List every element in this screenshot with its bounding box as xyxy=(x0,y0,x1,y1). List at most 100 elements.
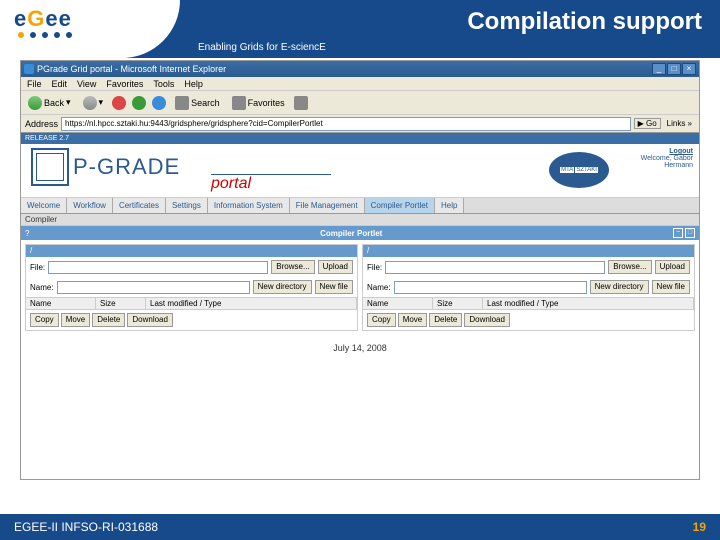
portlet-help[interactable]: ? xyxy=(25,229,29,238)
tab-compiler[interactable]: Compiler Portlet xyxy=(365,198,435,213)
slide-header: eGee Compilation support Enabling Grids … xyxy=(0,0,720,58)
page-content: RELEASE 2.7 P-GRADE portal MTASZTAKI Log… xyxy=(21,133,699,479)
welcome-text: Welcome, Gabor Hermann xyxy=(641,155,693,169)
window-controls: _ □ × xyxy=(652,63,696,75)
close-button[interactable]: × xyxy=(682,63,696,75)
portal-subtitle: portal xyxy=(211,174,331,193)
right-file-input[interactable] xyxy=(385,261,605,274)
release-bar: RELEASE 2.7 xyxy=(21,133,699,144)
pgrade-text: P-GRADE xyxy=(73,154,180,180)
logout-link[interactable]: Logout xyxy=(641,148,693,155)
maximize-button[interactable]: □ xyxy=(667,63,681,75)
egee-logo-wrap: eGee xyxy=(0,0,180,58)
portlet-max[interactable]: □ xyxy=(685,228,695,238)
address-input[interactable] xyxy=(61,117,631,131)
left-delete-button[interactable]: Delete xyxy=(92,313,125,327)
browser-window: PGrade Grid portal - Microsoft Internet … xyxy=(20,60,700,480)
right-panel: / File: Browse... Upload Name: New direc… xyxy=(362,244,695,331)
left-browse-button[interactable]: Browse... xyxy=(271,260,314,274)
right-newdir-button[interactable]: New directory xyxy=(590,280,649,294)
left-download-button[interactable]: Download xyxy=(127,313,173,327)
window-title: PGrade Grid portal - Microsoft Internet … xyxy=(37,64,226,74)
left-table-header: Name Size Last modified / Type xyxy=(26,297,357,310)
menu-edit[interactable]: Edit xyxy=(52,79,68,89)
right-file-label: File: xyxy=(367,263,382,272)
forward-icon xyxy=(83,96,97,110)
address-label: Address xyxy=(25,119,58,129)
file-panels: / File: Browse... Upload Name: New direc… xyxy=(21,240,699,335)
tab-welcome[interactable]: Welcome xyxy=(21,198,67,213)
right-move-button[interactable]: Move xyxy=(398,313,428,327)
left-file-input[interactable] xyxy=(48,261,268,274)
tab-workflow[interactable]: Workflow xyxy=(67,198,113,213)
footer-right: 19 xyxy=(693,520,706,534)
stop-icon[interactable] xyxy=(112,96,126,110)
left-newdir-button[interactable]: New directory xyxy=(253,280,312,294)
right-delete-button[interactable]: Delete xyxy=(429,313,462,327)
left-upload-button[interactable]: Upload xyxy=(318,260,353,274)
menu-tools[interactable]: Tools xyxy=(153,79,174,89)
tab-filemgmt[interactable]: File Management xyxy=(290,198,365,213)
go-button[interactable]: ▶ Go xyxy=(634,118,661,129)
slide-title: Compilation support xyxy=(467,8,702,36)
right-newfile-button[interactable]: New file xyxy=(652,280,690,294)
tab-certificates[interactable]: Certificates xyxy=(113,198,166,213)
slide-footer: EGEE-II INFSO-RI-031688 19 xyxy=(0,514,720,540)
back-button[interactable]: Back▾ xyxy=(25,95,74,111)
tab-settings[interactable]: Settings xyxy=(166,198,208,213)
right-th-size[interactable]: Size xyxy=(433,298,483,309)
left-name-label: Name: xyxy=(30,283,54,292)
left-th-size[interactable]: Size xyxy=(96,298,146,309)
hexagon-icon xyxy=(31,148,69,186)
menu-view[interactable]: View xyxy=(77,79,96,89)
right-upload-button[interactable]: Upload xyxy=(655,260,690,274)
section-label: Compiler xyxy=(21,214,699,226)
star-icon xyxy=(232,96,246,110)
page-date: July 14, 2008 xyxy=(21,335,699,361)
pgrade-logo: P-GRADE xyxy=(31,148,180,186)
portlet-title: Compiler Portlet xyxy=(320,229,382,238)
minimize-button[interactable]: _ xyxy=(652,63,666,75)
left-th-mod[interactable]: Last modified / Type xyxy=(146,298,357,309)
back-icon xyxy=(28,96,42,110)
tab-help[interactable]: Help xyxy=(435,198,464,213)
forward-button[interactable]: ▾ xyxy=(80,95,107,111)
right-th-name[interactable]: Name xyxy=(363,298,433,309)
sztaki-logo: MTASZTAKI xyxy=(549,152,609,188)
right-download-button[interactable]: Download xyxy=(464,313,510,327)
search-button[interactable]: Search xyxy=(172,95,223,111)
home-icon[interactable] xyxy=(152,96,166,110)
portlet-titlebar: ? Compiler Portlet − □ xyxy=(21,226,699,240)
links-label[interactable]: Links » xyxy=(664,119,695,128)
left-file-label: File: xyxy=(30,263,45,272)
refresh-icon[interactable] xyxy=(132,96,146,110)
portal-header: P-GRADE portal MTASZTAKI Logout Welcome,… xyxy=(21,144,699,198)
address-bar: Address ▶ Go Links » xyxy=(21,115,699,133)
left-copy-button[interactable]: Copy xyxy=(30,313,59,327)
left-name-input[interactable] xyxy=(57,281,250,294)
media-icon[interactable] xyxy=(294,96,308,110)
right-table-header: Name Size Last modified / Type xyxy=(363,297,694,310)
left-path: / xyxy=(26,245,357,257)
egee-dots xyxy=(18,32,72,38)
browser-menubar: File Edit View Favorites Tools Help xyxy=(21,77,699,91)
logout-area: Logout Welcome, Gabor Hermann xyxy=(641,148,693,169)
tagline: Enabling Grids for E-sciencE xyxy=(198,42,326,53)
right-path: / xyxy=(363,245,694,257)
favorites-button[interactable]: Favorites xyxy=(229,95,288,111)
left-move-button[interactable]: Move xyxy=(61,313,91,327)
left-th-name[interactable]: Name xyxy=(26,298,96,309)
right-copy-button[interactable]: Copy xyxy=(367,313,396,327)
footer-left: EGEE-II INFSO-RI-031688 xyxy=(14,520,158,534)
right-browse-button[interactable]: Browse... xyxy=(608,260,651,274)
menu-help[interactable]: Help xyxy=(184,79,203,89)
menu-file[interactable]: File xyxy=(27,79,42,89)
tab-infosys[interactable]: Information System xyxy=(208,198,290,213)
right-th-mod[interactable]: Last modified / Type xyxy=(483,298,694,309)
browser-titlebar: PGrade Grid portal - Microsoft Internet … xyxy=(21,61,699,77)
menu-favorites[interactable]: Favorites xyxy=(106,79,143,89)
right-name-input[interactable] xyxy=(394,281,587,294)
portal-tabs: Welcome Workflow Certificates Settings I… xyxy=(21,198,699,214)
portlet-min[interactable]: − xyxy=(673,228,683,238)
left-newfile-button[interactable]: New file xyxy=(315,280,353,294)
